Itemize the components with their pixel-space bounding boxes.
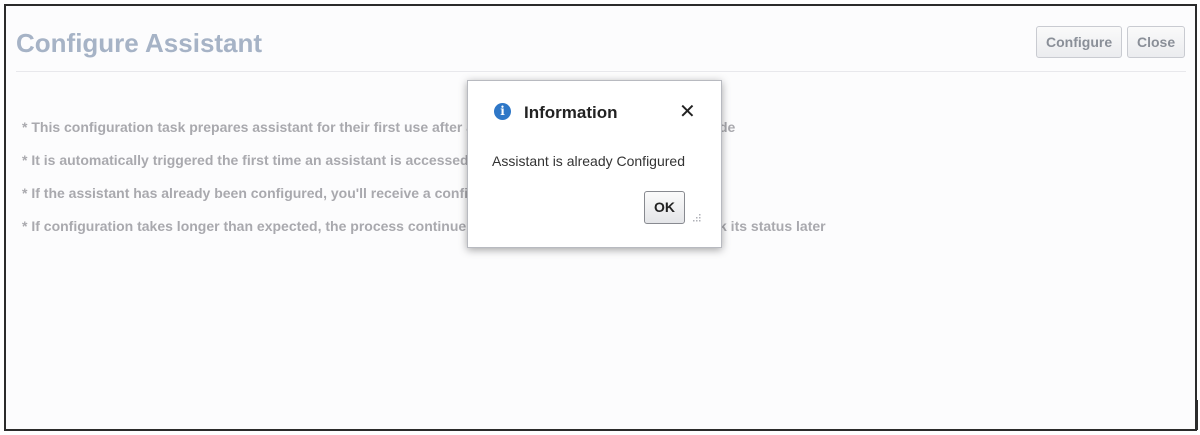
close-icon[interactable]: ✕ xyxy=(679,99,696,123)
info-icon: i xyxy=(494,103,511,120)
ok-button[interactable]: OK xyxy=(644,191,685,224)
resize-grip-icon[interactable] xyxy=(688,211,702,225)
dialog-layer: i Information ✕ Assistant is already Con… xyxy=(0,0,1200,435)
dialog-title: Information xyxy=(524,103,618,122)
dialog-message: Assistant is already Configured xyxy=(492,153,685,169)
information-dialog: i Information ✕ Assistant is already Con… xyxy=(467,80,722,248)
